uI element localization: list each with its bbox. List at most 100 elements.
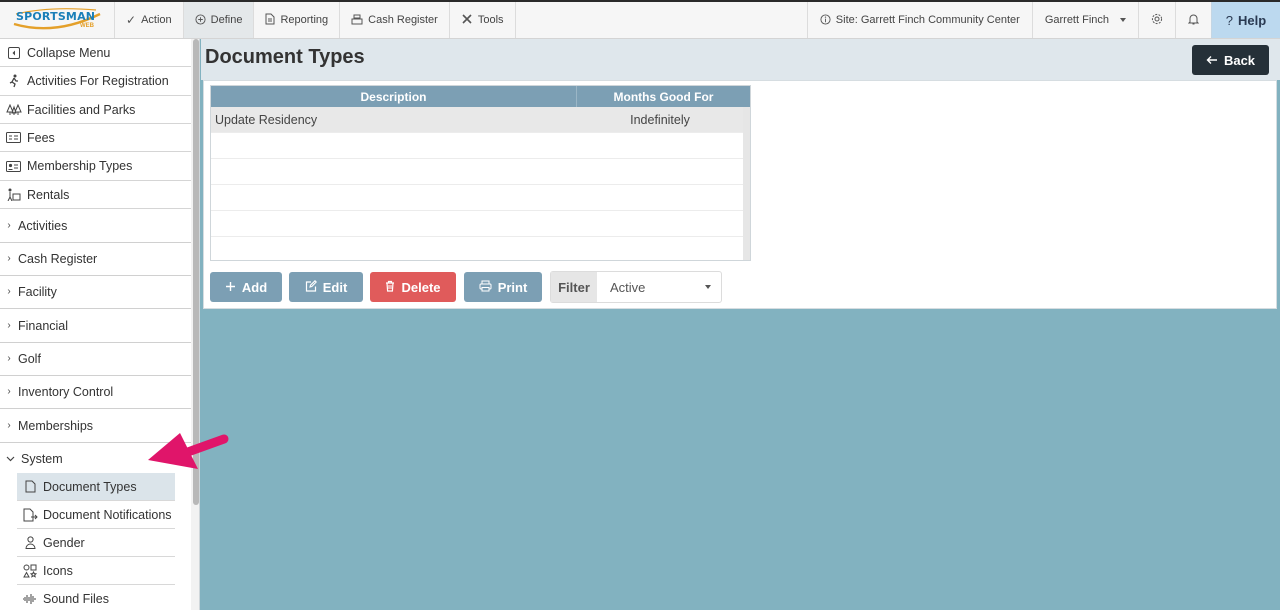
chevron-right-icon: › [7,253,11,264]
sidebar-item-activities-for-registration[interactable]: Activities For Registration [0,67,191,96]
tools-icon [461,13,473,27]
bell-icon [1187,13,1200,27]
sidebar-group-label: Cash Register [18,251,98,266]
edit-button[interactable]: Edit [289,272,363,302]
sidebar-item-document-types[interactable]: Document Types [17,473,175,501]
sidebar-item-label: Activities For Registration [27,74,169,88]
back-button-label: Back [1223,52,1256,68]
nav-action[interactable]: ✓ Action [115,2,184,38]
sidebar-item-membership-types[interactable]: Membership Types [0,152,191,181]
edit-button-label: Edit [322,279,348,295]
id-card-icon [0,160,27,172]
add-button-label: Add [241,279,268,295]
print-button-label: Print [497,279,528,295]
waveform-icon [17,593,43,605]
sidebar-group-golf[interactable]: › Golf [0,342,191,376]
grid-scrollbar[interactable] [743,107,750,260]
site-selector[interactable]: Site: Garrett Finch Community Center [806,2,1032,38]
back-button[interactable]: Back [1192,45,1269,75]
sidebar-group-label: Inventory Control [18,384,114,399]
empty-row [211,211,743,237]
sidebar-group-label: System [21,452,63,466]
filter-selected-value: Active [610,279,646,295]
sidebar-item-label: Icons [43,563,73,578]
add-button[interactable]: Add [210,272,282,302]
trees-icon [0,103,27,116]
plus-circle-icon [195,13,206,27]
page-title: Document Types [205,46,365,68]
nav-define[interactable]: Define [183,2,255,38]
sidebar-group-cash-register[interactable]: › Cash Register [0,242,191,276]
notifications-button[interactable] [1175,2,1211,38]
sidebar-item-rentals[interactable]: Rentals [0,181,191,209]
chevron-right-icon: › [7,220,11,231]
empty-row [211,159,743,185]
person-icon [17,536,43,549]
caret-down-icon [1120,18,1126,22]
sidebar-item-label: Facilities and Parks [27,102,136,117]
sidebar-item-collapse-menu[interactable]: Collapse Menu [0,39,191,67]
settings-button[interactable] [1138,2,1175,38]
info-icon [820,13,831,27]
table-row[interactable]: Update Residency Indefinitely [211,107,743,133]
help-label: Help [1238,12,1267,28]
delete-button[interactable]: Delete [370,272,456,302]
sidebar-item-label: Sound Files [43,592,110,606]
sidebar-item-icons[interactable]: Icons [17,557,175,585]
sidebar-item-label: Gender [43,535,85,550]
user-menu[interactable]: Garrett Finch [1031,2,1138,38]
site-label: Site: Garrett Finch Community Center [835,14,1020,26]
sidebar-group-financial[interactable]: › Financial [0,309,191,343]
empty-row [211,133,743,159]
arrow-left-icon [1206,53,1218,68]
chevron-right-icon: › [7,386,11,397]
edit-icon [305,279,317,295]
document-types-grid: Description Months Good For Update Resid… [210,85,751,261]
chevron-right-icon: › [7,353,11,364]
collapse-icon [0,46,27,59]
chevron-down-icon [0,456,18,462]
nav-cash-register[interactable]: Cash Register [340,2,450,38]
runner-icon [0,74,27,88]
sidebar-group-activities[interactable]: › Activities [0,209,191,243]
rentals-icon [0,188,27,201]
nav-reporting[interactable]: Reporting [254,2,341,38]
sidebar-group-label: Financial [18,318,69,333]
chevron-right-icon: › [7,420,11,431]
sidebar-item-gender[interactable]: Gender [17,529,175,557]
filter-select[interactable]: Active [597,272,721,302]
grid-header: Description Months Good For [211,86,750,107]
sidebar-item-facilities-and-parks[interactable]: Facilities and Parks [0,96,191,124]
help-button[interactable]: ? Help [1211,2,1280,38]
cell-months-good-for: Indefinitely [630,112,690,127]
printer-icon [479,280,492,295]
sidebar-item-label: Document Types [43,479,137,494]
question-icon: ? [1225,12,1234,28]
fee-card-icon [0,132,27,143]
sidebar-item-fees[interactable]: Fees [0,124,191,152]
sidebar-item-sound-files[interactable]: Sound Files [17,585,175,610]
sidebar-group-facility[interactable]: › Facility [0,275,191,309]
plus-icon [225,280,236,295]
sidebar-item-label: Collapse Menu [27,45,111,60]
register-icon [351,14,363,27]
sidebar-group-inventory-control[interactable]: › Inventory Control [0,375,191,409]
delete-button-label: Delete [401,279,441,295]
sidebar-group-label: Memberships [18,418,94,433]
nav-cash-register-label: Cash Register [368,14,438,26]
filter-control: Filter Active [550,271,722,303]
sidebar-group-label: Facility [18,284,57,299]
sportsman-logo[interactable]: SPORTSMAN WEB [0,2,115,38]
sidebar: Collapse Menu Activities For Registratio… [0,39,200,610]
column-header-description[interactable]: Description [211,86,577,107]
sidebar-item-label: Membership Types [27,159,133,173]
sidebar-group-label: Activities [18,218,68,233]
print-button[interactable]: Print [464,272,542,302]
gear-icon [1151,13,1163,27]
annotation-arrow-icon [148,433,229,469]
sidebar-item-document-notifications[interactable]: Document Notifications [17,501,175,529]
sidebar-item-label: Fees [27,130,55,145]
column-header-months-good-for[interactable]: Months Good For [577,86,750,107]
nav-tools[interactable]: Tools [450,2,516,38]
nav-tools-label: Tools [477,14,504,26]
